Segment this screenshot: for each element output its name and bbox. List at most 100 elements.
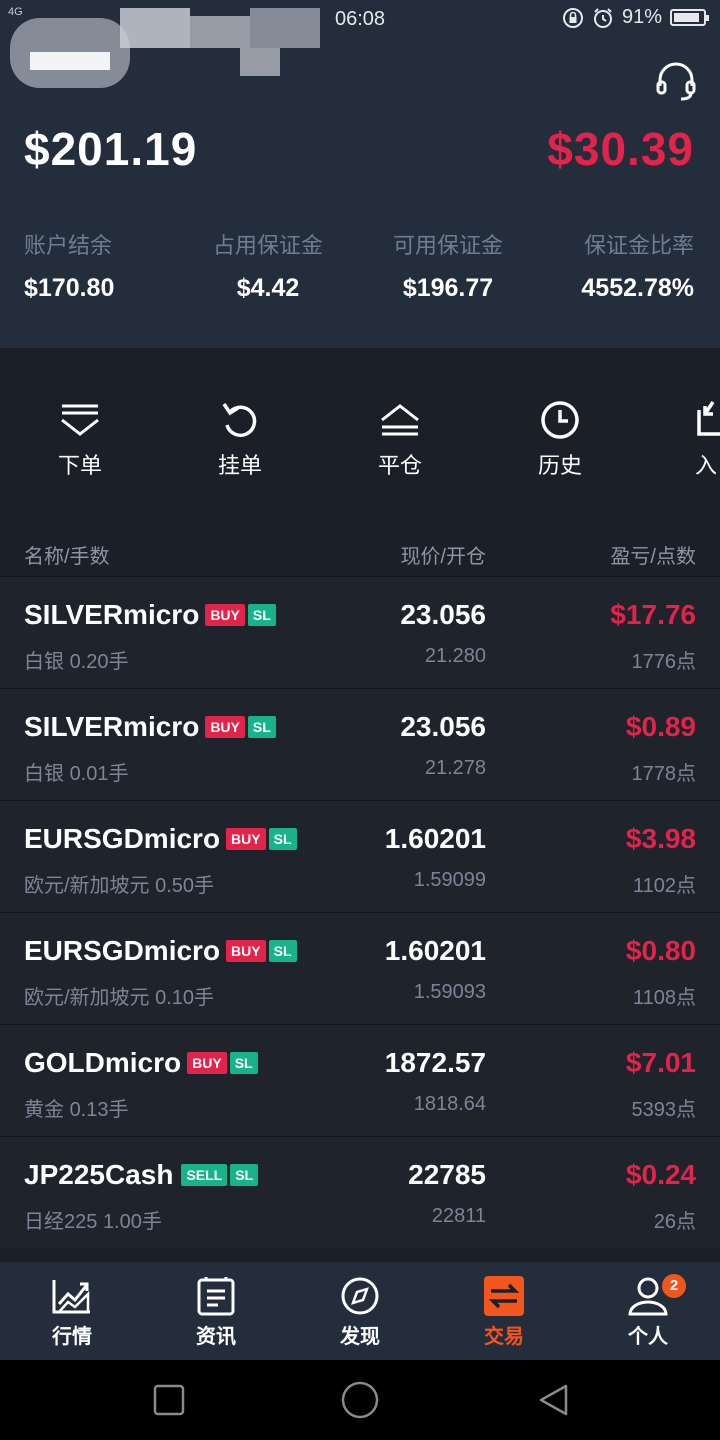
customer-service-icon[interactable]	[654, 60, 698, 104]
open-price: 22811	[431, 1205, 486, 1227]
tab-trade[interactable]: 交易	[454, 1276, 554, 1349]
side-badge: SELL	[181, 1164, 228, 1186]
action-bar: 下单 挂单 平仓 历史 入	[0, 364, 720, 514]
instrument-name: 黄金	[24, 1099, 64, 1121]
instrument-name: 日经225	[24, 1211, 98, 1233]
stat-label: 可用保证金	[392, 233, 503, 258]
blurred-account-name	[10, 8, 330, 118]
stat-label: 占用保证金	[212, 233, 323, 258]
battery-icon	[670, 9, 709, 26]
pending-order-button[interactable]: 挂单	[185, 400, 295, 480]
notification-badge: 2	[662, 1274, 686, 1298]
tab-label: 资讯	[196, 1326, 236, 1348]
history-icon	[541, 401, 579, 439]
stat-label: 账户结余	[24, 233, 113, 258]
action-label: 平仓	[377, 453, 422, 478]
points: 1102点	[632, 875, 696, 897]
tab-label: 发现	[340, 1326, 380, 1348]
close-position-icon	[381, 404, 419, 436]
tab-label: 行情	[52, 1326, 92, 1348]
sl-badge: SL	[268, 828, 297, 850]
position-row[interactable]: SILVERmicro BUY SL 白银 0.20手 23.056 21.280 …	[0, 576, 720, 688]
pending-order-icon	[222, 403, 257, 438]
profit: $7.01	[625, 1047, 696, 1078]
lots: 1.00手	[102, 1211, 162, 1233]
tab-news[interactable]: 资讯	[166, 1276, 266, 1349]
news-icon	[197, 1277, 235, 1316]
position-row[interactable]: EURSGDmicro BUY SL 欧元/新加坡元 0.10手 1.60201 1…	[0, 912, 720, 1024]
account-header: $201.19 $30.39 账户结余 $170.80 占用保证金 $4.42 …	[0, 8, 720, 348]
bottom-tab-bar: 行情 资讯 发现 交易 2 个人	[0, 1262, 720, 1360]
market-chart-icon	[52, 1280, 90, 1314]
equity-value: $201.19	[24, 123, 198, 175]
home-icon[interactable]	[340, 1380, 380, 1420]
recent-apps-icon[interactable]	[151, 1382, 187, 1418]
symbol: SILVERmicro	[24, 599, 200, 630]
sl-badge: SL	[247, 716, 276, 738]
compass-icon	[341, 1277, 379, 1315]
stat-balance: 账户结余 $170.80	[24, 228, 114, 303]
current-price: 23.056	[400, 599, 486, 630]
profit: $0.89	[625, 711, 696, 742]
action-label: 入	[695, 453, 718, 478]
position-row[interactable]: SILVERmicro BUY SL 白银 0.01手 23.056 21.278 …	[0, 688, 720, 800]
stat-used-margin: 占用保证金 $4.42	[208, 228, 328, 303]
stat-margin-level: 保证金比率 4552.78%	[581, 228, 694, 303]
close-position-button[interactable]: 平仓	[345, 400, 455, 480]
points: 1108点	[632, 987, 696, 1009]
account-stats: 账户结余 $170.80 占用保证金 $4.42 可用保证金 $196.77 保…	[0, 228, 720, 308]
action-label: 下单	[57, 453, 102, 478]
deposit-icon	[697, 401, 720, 436]
status-icons: 91%	[562, 6, 709, 29]
action-label: 挂单	[217, 453, 262, 478]
tab-profile[interactable]: 2 个人	[598, 1274, 698, 1349]
current-price: 1872.57	[384, 1047, 486, 1078]
place-order-button[interactable]: 下单	[25, 400, 135, 480]
alarm-icon	[593, 7, 612, 28]
symbol: EURSGDmicro	[24, 823, 221, 854]
instrument-name: 白银	[24, 651, 64, 673]
symbol: EURSGDmicro	[24, 935, 221, 966]
open-price: 21.278	[424, 757, 486, 779]
stat-label: 保证金比率	[583, 233, 694, 258]
position-row[interactable]: JP225Cash SELL SL 日经225 1.00手 22785 22811 …	[0, 1136, 720, 1248]
position-row[interactable]: EURSGDmicro BUY SL 欧元/新加坡元 0.50手 1.60201 1…	[0, 800, 720, 912]
points: 5393点	[631, 1099, 697, 1121]
lots: 0.01手	[69, 763, 129, 785]
back-icon[interactable]	[536, 1382, 572, 1418]
current-price: 1.60201	[384, 935, 486, 966]
tab-discover[interactable]: 发现	[310, 1276, 410, 1349]
system-nav-bar	[0, 1360, 720, 1440]
current-price: 1.60201	[384, 823, 486, 854]
history-button[interactable]: 历史	[505, 400, 615, 480]
profit: $0.80	[625, 935, 696, 966]
open-price: 1.59099	[413, 869, 486, 891]
open-price: 1818.64	[413, 1093, 486, 1115]
tab-label: 交易	[484, 1326, 524, 1348]
current-price: 22785	[408, 1159, 486, 1190]
deposit-button[interactable]: 入	[665, 400, 720, 480]
instrument-name: 白银	[24, 763, 64, 785]
sl-badge: SL	[230, 1164, 259, 1186]
positions-table-header: 名称/手数 现价/开仓 盈亏/点数	[0, 522, 720, 576]
instrument-name: 欧元/新加坡元	[24, 875, 150, 897]
sl-badge: SL	[268, 940, 297, 962]
position-row[interactable]: GOLDmicro BUY SL 黄金 0.13手 1872.57 1818.64 …	[0, 1024, 720, 1136]
stat-value: 4552.78%	[581, 274, 694, 302]
side-badge: BUY	[226, 940, 266, 962]
instrument-name: 欧元/新加坡元	[24, 987, 150, 1009]
open-price: 21.280	[424, 645, 486, 667]
col-header-price: 现价/开仓	[400, 546, 486, 568]
col-header-profit: 盈亏/点数	[610, 546, 696, 568]
lots: 0.50手	[155, 875, 215, 897]
side-badge: BUY	[226, 828, 266, 850]
profit: $17.76	[610, 599, 696, 630]
positions-list: SILVERmicro BUY SL 白银 0.20手 23.056 21.280 …	[0, 576, 720, 1248]
place-order-icon	[61, 404, 99, 436]
points: 1778点	[631, 763, 697, 785]
lots: 0.20手	[69, 651, 129, 673]
battery-percent: 91%	[621, 6, 662, 28]
side-badge: BUY	[205, 716, 245, 738]
lots: 0.10手	[155, 987, 215, 1009]
tab-market[interactable]: 行情	[22, 1276, 122, 1349]
